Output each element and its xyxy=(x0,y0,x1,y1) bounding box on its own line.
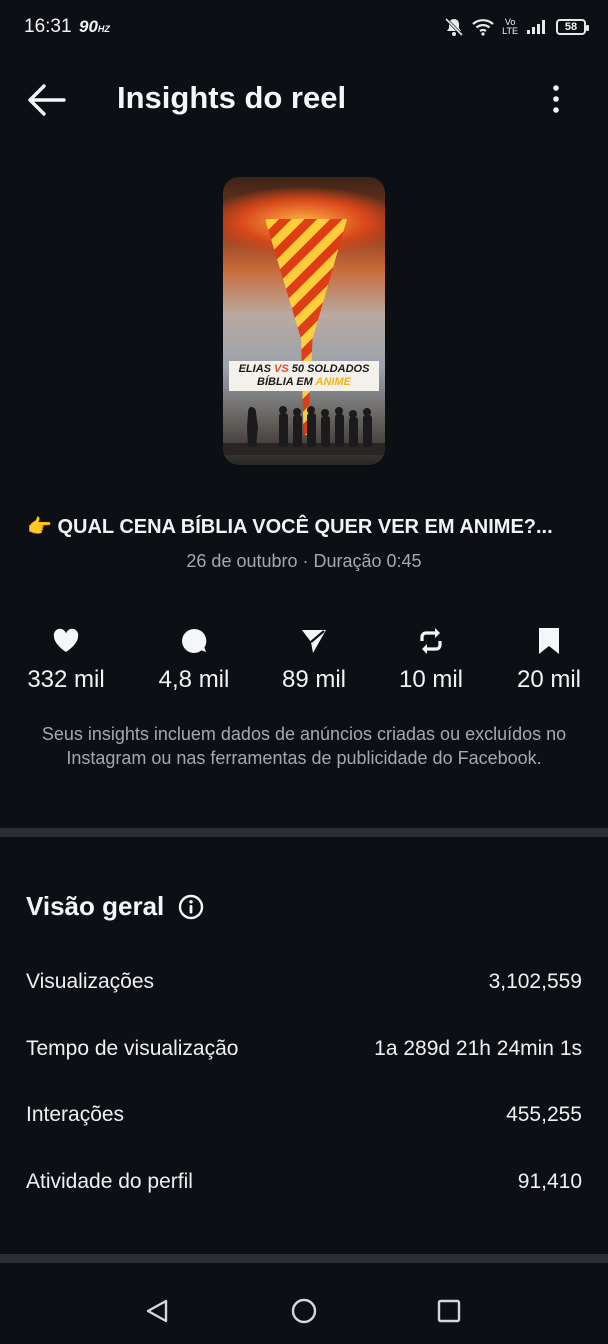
status-time: 16:31 xyxy=(24,16,72,37)
reposts-stat: 10 mil xyxy=(371,626,491,694)
reposts-value: 10 mil xyxy=(398,666,464,693)
thumbnail-caption-text: BÍBLIA EM xyxy=(257,376,316,388)
row-label: Interações xyxy=(26,1103,125,1126)
likes-stat: 332 mil xyxy=(6,626,126,694)
saves-value: 20 mil xyxy=(516,666,582,693)
row-value: 3,102,559 xyxy=(488,970,582,993)
nav-back-icon[interactable] xyxy=(146,1299,168,1323)
engagement-stats: 332 mil 4,8 mil 89 mil 10 mil 20 mil xyxy=(0,626,608,698)
overview-title: Visão geral xyxy=(26,891,165,921)
overview-row-watch-time[interactable]: Tempo de visualização 1a 289d 21h 24min … xyxy=(26,1037,582,1067)
page-title: Insights do reel xyxy=(117,80,347,115)
refresh-rate-unit: HZ xyxy=(97,24,110,34)
refresh-rate: 90HZ xyxy=(79,17,110,37)
thumbnail-caption-anime: ANIME xyxy=(315,376,351,388)
battery-icon: 58 xyxy=(556,19,589,35)
back-arrow-icon[interactable] xyxy=(26,82,66,118)
saves-stat: 20 mil xyxy=(489,626,608,694)
heart-icon xyxy=(53,628,79,652)
system-navigation-bar xyxy=(146,1298,461,1324)
thumbnail-soldiers-silhouette xyxy=(223,406,385,455)
row-value: 1a 289d 21h 24min 1s xyxy=(374,1037,582,1060)
row-value: 455,255 xyxy=(506,1103,582,1126)
reel-meta: 26 de outubro · Duração 0:45 xyxy=(186,551,422,571)
insights-note: Seus insights incluem dados de anúncios … xyxy=(41,724,567,768)
shares-value: 89 mil xyxy=(281,666,347,693)
overview-header: Visão geral xyxy=(26,891,204,922)
likes-value: 332 mil xyxy=(27,666,105,693)
comments-stat: 4,8 mil xyxy=(134,626,254,694)
refresh-rate-value: 90 xyxy=(79,17,98,36)
volte-indicator: Vo LTE xyxy=(502,18,518,36)
shares-stat: 89 mil xyxy=(254,626,374,694)
thumbnail-caption-text: 50 SOLDADOS xyxy=(288,363,370,375)
row-value: 91,410 xyxy=(517,1170,582,1193)
send-icon xyxy=(302,630,326,653)
row-label: Tempo de visualização xyxy=(26,1037,239,1060)
section-divider xyxy=(0,1254,608,1263)
info-icon[interactable] xyxy=(178,894,204,920)
overview-row-interactions[interactable]: Interações 455,255 xyxy=(26,1103,582,1133)
thumbnail-caption: ELIAS VS 50 SOLDADOS BÍBLIA EM ANIME xyxy=(229,361,379,391)
signal-icon xyxy=(527,20,545,34)
wifi-icon xyxy=(472,19,494,36)
repost-icon xyxy=(420,628,442,654)
row-label: Visualizações xyxy=(26,970,155,993)
row-label: Atividade do perfil xyxy=(26,1170,193,1193)
mute-bell-icon xyxy=(445,17,464,37)
volte-bottom: LTE xyxy=(502,26,518,36)
overview-row-views[interactable]: Visualizações 3,102,559 xyxy=(26,970,582,1000)
comment-icon xyxy=(182,628,207,653)
reel-thumbnail[interactable]: ELIAS VS 50 SOLDADOS BÍBLIA EM ANIME xyxy=(223,177,385,465)
status-icons: Vo LTE 58 xyxy=(444,14,589,40)
overview-row-profile-activity[interactable]: Atividade do perfil 91,410 xyxy=(26,1170,582,1200)
section-divider xyxy=(0,828,608,837)
nav-recents-icon[interactable] xyxy=(437,1299,461,1323)
bookmark-icon xyxy=(539,628,559,654)
reel-caption: 👉 QUAL CENA BÍBLIA VOCÊ QUER VER EM ANIM… xyxy=(27,516,553,538)
more-options-icon[interactable] xyxy=(546,84,566,116)
comments-value: 4,8 mil xyxy=(158,666,230,693)
thumbnail-caption-text: ELIAS xyxy=(238,363,275,375)
thumbnail-caption-vs: VS xyxy=(274,363,289,375)
nav-home-icon[interactable] xyxy=(291,1298,317,1324)
